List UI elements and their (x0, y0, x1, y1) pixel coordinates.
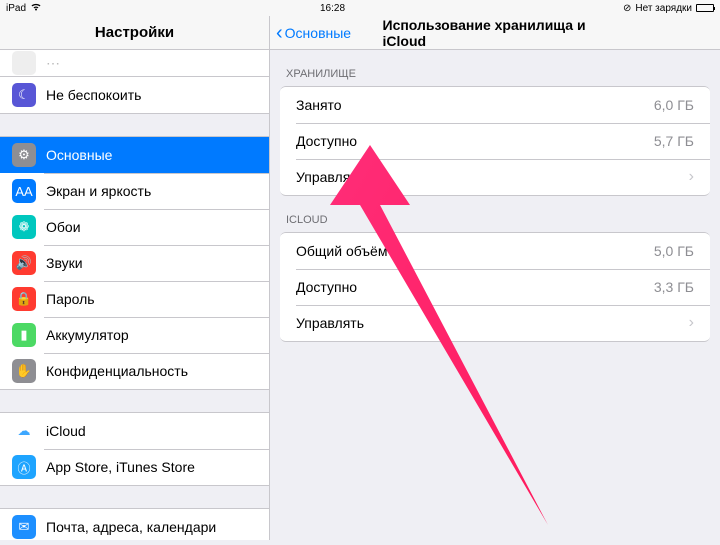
row-value: 5,7 ГБ (654, 133, 694, 149)
status-device: iPad (6, 3, 26, 14)
main-panel: ‹ Основные Использование хранилища и iCl… (270, 16, 720, 540)
battery-icon (696, 4, 714, 12)
settings-sidebar: Настройки ⋯ ☾ Не беспокоить ⚙ Основные AA Экр… (0, 16, 270, 540)
wifi-icon (30, 2, 42, 14)
sidebar-item-label: Конфиденциальность (46, 363, 259, 379)
settings-row[interactable]: Управлять › (280, 305, 710, 341)
row-label: Управлять (296, 169, 681, 185)
not-charging-icon: ⊘ (623, 3, 631, 14)
main-header: ‹ Основные Использование хранилища и iCl… (270, 16, 720, 50)
chevron-right-icon: › (689, 314, 694, 332)
back-button[interactable]: ‹ Основные (270, 23, 351, 43)
sidebar-item-label: Пароль (46, 291, 259, 307)
sidebar-item-icon: ▮ (12, 323, 36, 347)
sidebar-item-label: Почта, адреса, календари (46, 519, 259, 535)
row-label: Управлять (296, 315, 681, 331)
sidebar-item[interactable]: ✋ Конфиденциальность (0, 353, 269, 389)
row-value: 5,0 ГБ (654, 243, 694, 259)
row-value: 6,0 ГБ (654, 97, 694, 113)
sidebar-item-label: Основные (46, 147, 259, 163)
sidebar-item-icon: ⚙ (12, 143, 36, 167)
sidebar-item-icon: ✋ (12, 359, 36, 383)
settings-row: Доступно5,7 ГБ (280, 123, 710, 159)
back-label: Основные (285, 25, 351, 41)
sidebar-item-label: Звуки (46, 255, 259, 271)
sidebar-item-truncated[interactable]: ⋯ (0, 50, 269, 76)
section-header: ICLOUD (270, 196, 720, 232)
sidebar-item[interactable]: ☁ iCloud (0, 413, 269, 449)
sidebar-item[interactable]: ☾ Не беспокоить (0, 77, 269, 113)
sidebar-item-icon: AA (12, 179, 36, 203)
sidebar-item[interactable]: ▮ Аккумулятор (0, 317, 269, 353)
page-title: Использование хранилища и iCloud (383, 17, 608, 49)
sidebar-item[interactable]: 🔊 Звуки (0, 245, 269, 281)
sidebar-item[interactable]: AA Экран и яркость (0, 173, 269, 209)
sidebar-item[interactable]: ✉ Почта, адреса, календари (0, 509, 269, 540)
settings-row: Занято6,0 ГБ (280, 87, 710, 123)
unknown-icon (12, 51, 36, 75)
sidebar-item-icon: 🔒 (12, 287, 36, 311)
sidebar-item-icon: ✉ (12, 515, 36, 539)
sidebar-item-label: iCloud (46, 423, 259, 439)
sidebar-item-label: Аккумулятор (46, 327, 259, 343)
settings-row: Общий объём5,0 ГБ (280, 233, 710, 269)
sidebar-item-icon: Ⓐ (12, 455, 36, 479)
status-bar: iPad 16:28 ⊘ Нет зарядки (0, 0, 720, 16)
sidebar-item-label: App Store, iTunes Store (46, 459, 259, 475)
sidebar-title: Настройки (0, 16, 269, 50)
row-value: 3,3 ГБ (654, 279, 694, 295)
sidebar-item-label: Экран и яркость (46, 183, 259, 199)
chevron-right-icon: › (689, 168, 694, 186)
settings-row[interactable]: Управлять › (280, 159, 710, 195)
status-charge: Нет зарядки (635, 3, 692, 14)
sidebar-item-label: Обои (46, 219, 259, 235)
chevron-left-icon: ‹ (276, 23, 283, 43)
status-time: 16:28 (320, 3, 345, 14)
row-label: Занято (296, 97, 654, 113)
sidebar-item-icon: ☾ (12, 83, 36, 107)
sidebar-item[interactable]: ❁ Обои (0, 209, 269, 245)
row-label: Доступно (296, 279, 654, 295)
sidebar-item[interactable]: 🔒 Пароль (0, 281, 269, 317)
settings-row: Доступно3,3 ГБ (280, 269, 710, 305)
sidebar-item[interactable]: Ⓐ App Store, iTunes Store (0, 449, 269, 485)
sidebar-item-icon: ❁ (12, 215, 36, 239)
section-header: ХРАНИЛИЩЕ (270, 50, 720, 86)
sidebar-item[interactable]: ⚙ Основные (0, 137, 269, 173)
sidebar-item-icon: 🔊 (12, 251, 36, 275)
sidebar-item-icon: ☁ (12, 419, 36, 443)
sidebar-item-label: Не беспокоить (46, 87, 259, 103)
row-label: Общий объём (296, 243, 654, 259)
row-label: Доступно (296, 133, 654, 149)
